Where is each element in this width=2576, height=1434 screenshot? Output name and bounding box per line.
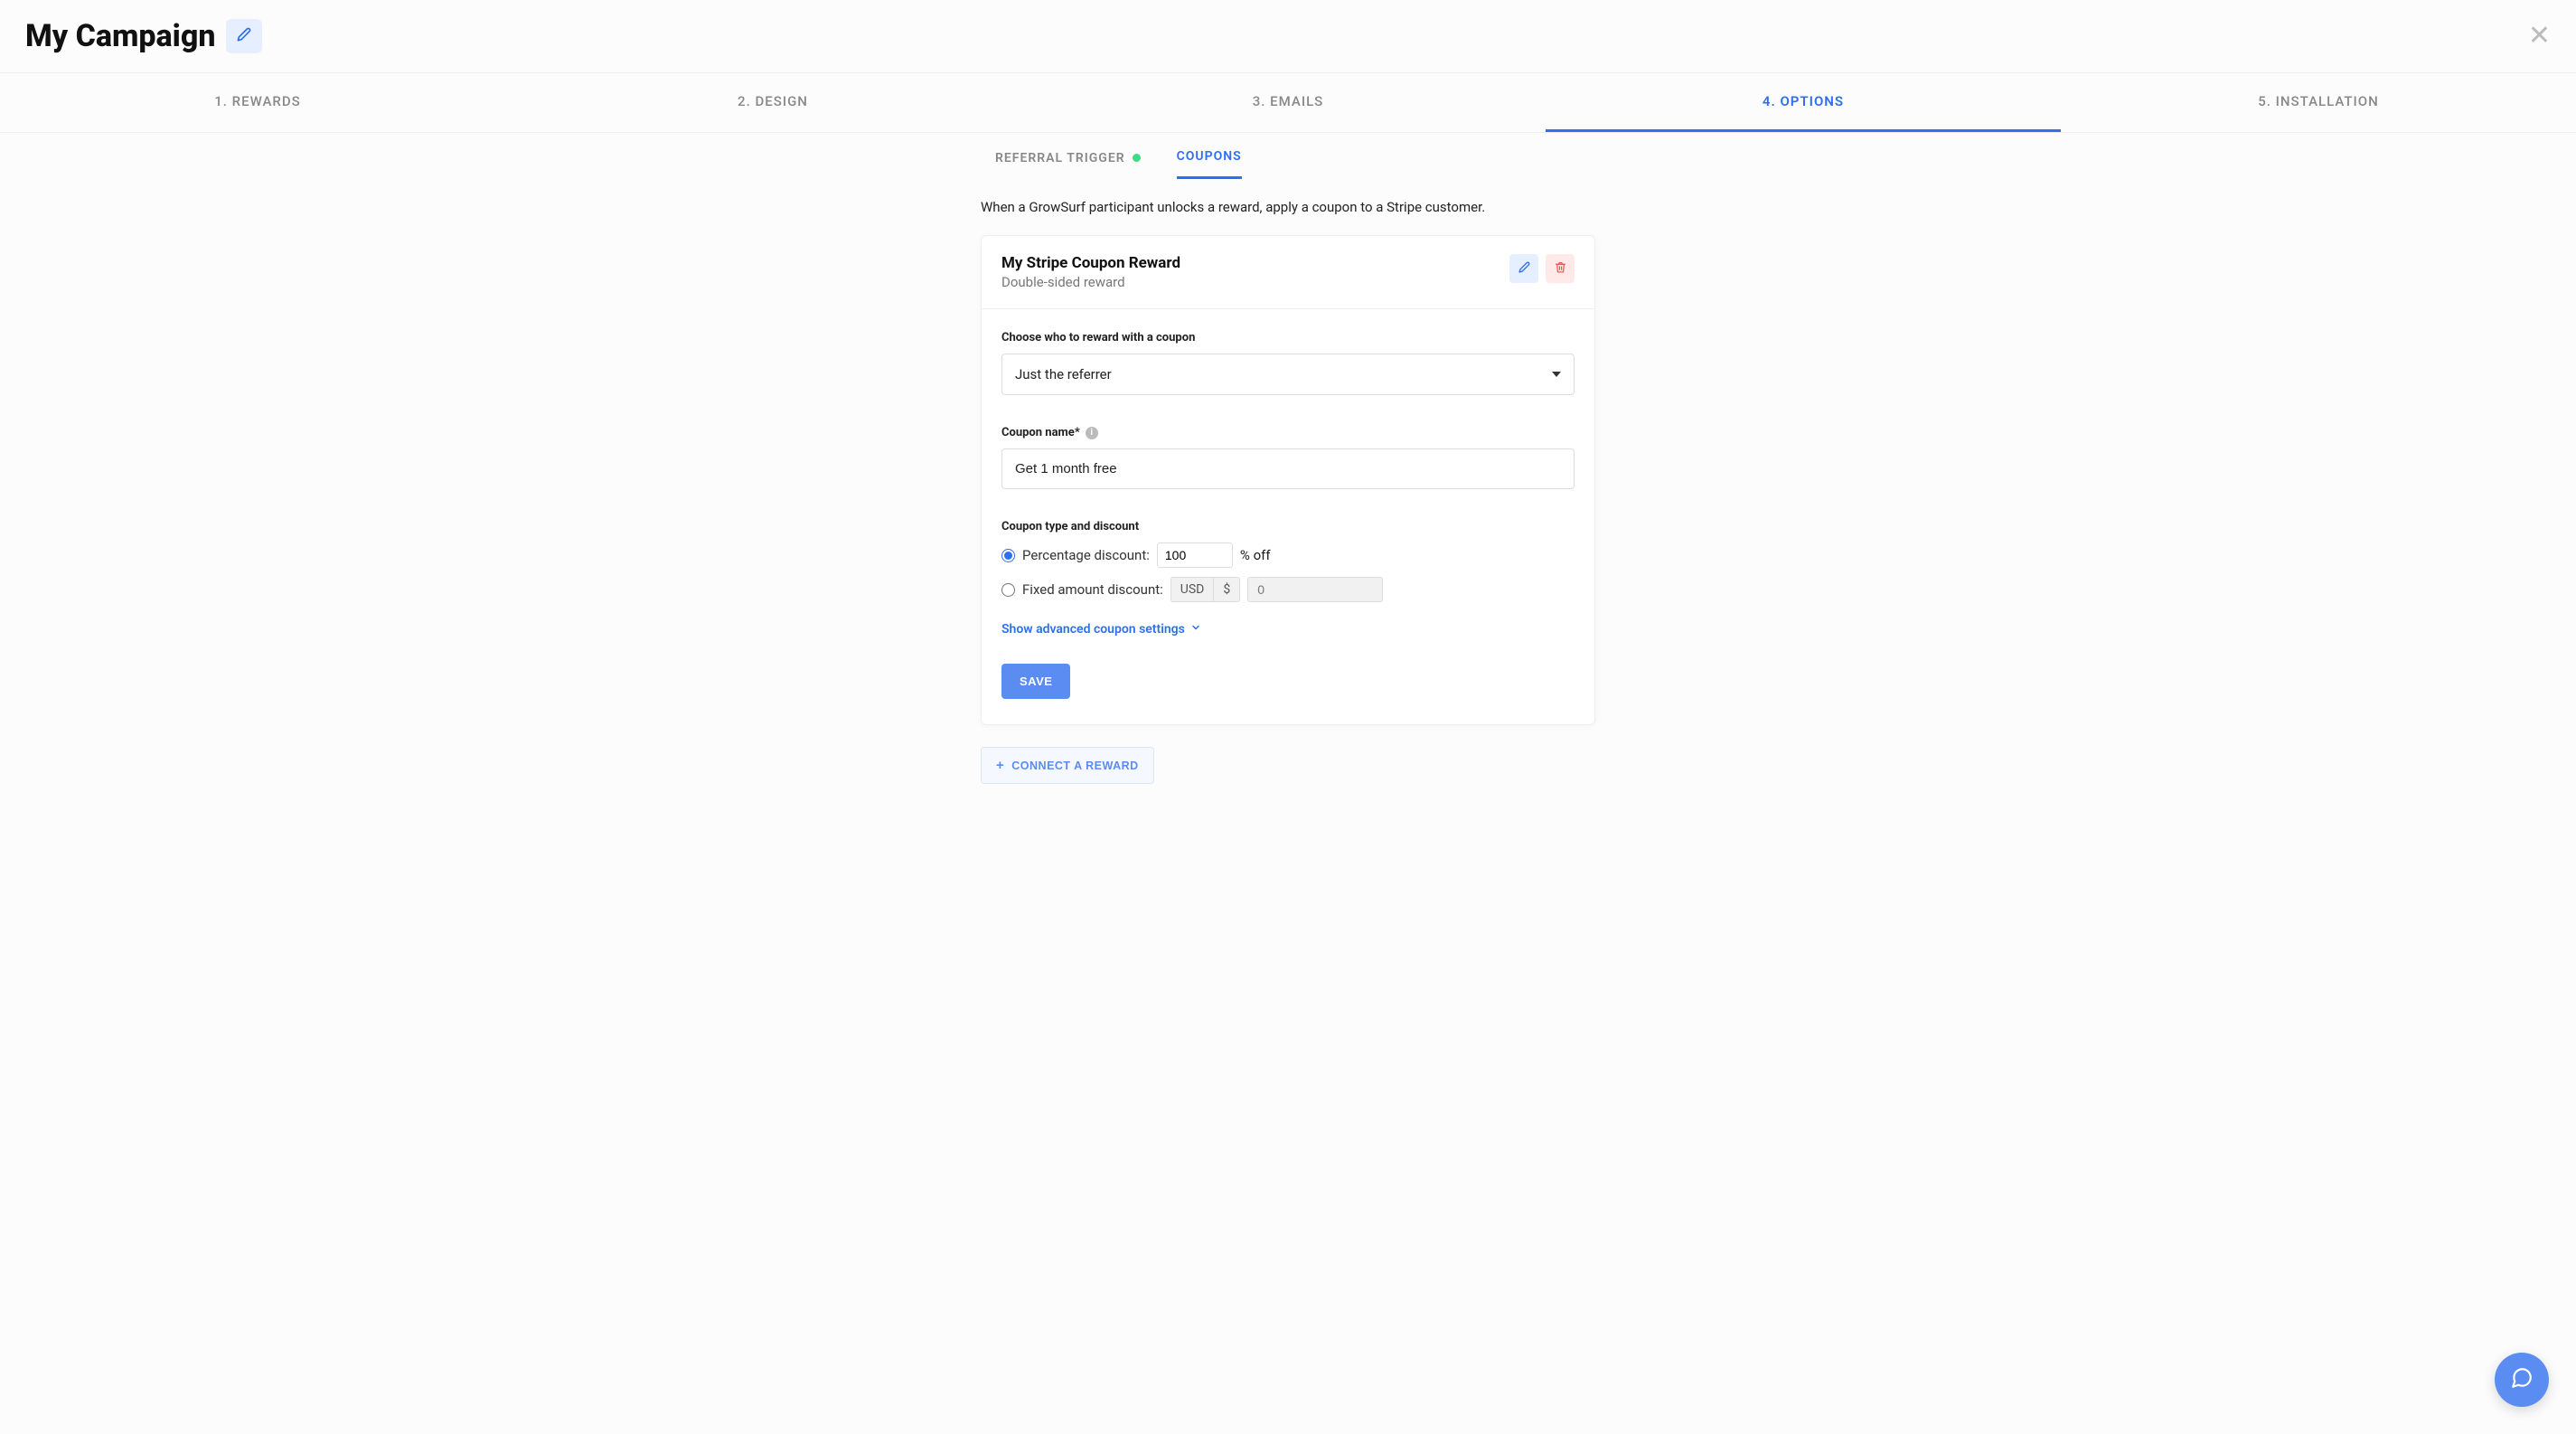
plus-icon: + [996,758,1004,773]
coupon-card-title: My Stripe Coupon Reward [1001,254,1180,272]
coupon-card: My Stripe Coupon Reward Double-sided rew… [981,235,1595,725]
coupon-card-titles: My Stripe Coupon Reward Double-sided rew… [1001,254,1180,290]
coupon-type-field: Coupon type and discount Percentage disc… [1001,520,1575,602]
currency-symbol: $ [1214,578,1239,601]
show-advanced-settings-link[interactable]: Show advanced coupon settings [1001,622,1201,637]
step-tab-rewards[interactable]: 1. REWARDS [0,73,515,132]
inner-tab-referral-trigger[interactable]: REFERRAL TRIGGER [995,135,1141,178]
fixed-discount-label: Fixed amount discount: [1022,581,1163,598]
options-panel: REFERRAL TRIGGER COUPONS When a GrowSurf… [981,133,1595,784]
edit-title-button[interactable] [226,19,262,53]
currency-code: USD [1171,578,1215,601]
connect-reward-label: CONNECT A REWARD [1011,759,1138,772]
percentage-suffix: % off [1240,547,1271,563]
coupon-card-subtitle: Double-sided reward [1001,274,1180,290]
inner-tab-label: REFERRAL TRIGGER [995,151,1125,165]
step-tab-design[interactable]: 2. DESIGN [515,73,1030,132]
percentage-discount-label: Percentage discount: [1022,547,1150,563]
coupon-name-input[interactable] [1001,448,1575,489]
fixed-discount-radio[interactable] [1001,583,1015,597]
fixed-discount-row: Fixed amount discount: USD $ [1001,577,1575,602]
select-value: Just the referrer [1015,366,1112,382]
chat-icon [2510,1366,2534,1393]
step-tab-options[interactable]: 4. OPTIONS [1546,73,2061,132]
step-tabs: 1. REWARDS 2. DESIGN 3. EMAILS 4. OPTION… [0,72,2576,133]
save-button[interactable]: SAVE [1001,664,1070,699]
advanced-link-label: Show advanced coupon settings [1001,622,1185,637]
page-title: My Campaign [25,18,215,54]
coupon-card-body: Choose who to reward with a coupon Just … [982,309,1594,724]
status-dot-icon [1133,154,1141,162]
edit-coupon-button[interactable] [1509,254,1538,283]
percentage-discount-radio[interactable] [1001,549,1015,562]
trash-icon [1555,261,1566,276]
who-to-reward-label: Choose who to reward with a coupon [1001,331,1575,344]
save-row: SAVE [1001,664,1575,699]
coupons-description: When a GrowSurf participant unlocks a re… [981,193,1595,235]
percentage-discount-input[interactable] [1157,542,1233,568]
coupon-card-actions [1509,254,1575,283]
chevron-down-icon [1190,622,1201,637]
coupon-name-field: Coupon name* i [1001,426,1575,489]
page-title-wrap: My Campaign [25,18,262,54]
inner-tabs: REFERRAL TRIGGER COUPONS [981,133,1595,179]
connect-reward-button[interactable]: + CONNECT A REWARD [981,747,1154,784]
percentage-discount-row: Percentage discount: % off [1001,542,1575,568]
caret-down-icon [1552,372,1561,377]
currency-selector[interactable]: USD $ [1170,577,1240,602]
coupon-type-label: Coupon type and discount [1001,520,1575,533]
inner-tab-label: COUPONS [1177,149,1242,164]
info-icon[interactable]: i [1086,427,1098,439]
coupon-name-label: Coupon name* i [1001,426,1575,439]
close-icon: ✕ [2528,21,2551,51]
step-tab-installation[interactable]: 5. INSTALLATION [2061,73,2576,132]
who-to-reward-field: Choose who to reward with a coupon Just … [1001,331,1575,395]
page-header: My Campaign ✕ [0,0,2576,72]
pencil-icon [1518,261,1530,276]
close-button[interactable]: ✕ [2528,23,2551,50]
inner-tab-coupons[interactable]: COUPONS [1177,133,1242,179]
chat-widget-button[interactable] [2495,1353,2549,1407]
fixed-amount-input[interactable] [1247,577,1383,602]
content-area: REFERRAL TRIGGER COUPONS When a GrowSurf… [0,133,2576,838]
coupon-card-header: My Stripe Coupon Reward Double-sided rew… [982,236,1594,309]
delete-coupon-button[interactable] [1546,254,1575,283]
pencil-icon [237,27,251,46]
coupon-name-label-text: Coupon name* [1001,426,1080,439]
step-tab-emails[interactable]: 3. EMAILS [1030,73,1546,132]
who-to-reward-select[interactable]: Just the referrer [1001,354,1575,395]
